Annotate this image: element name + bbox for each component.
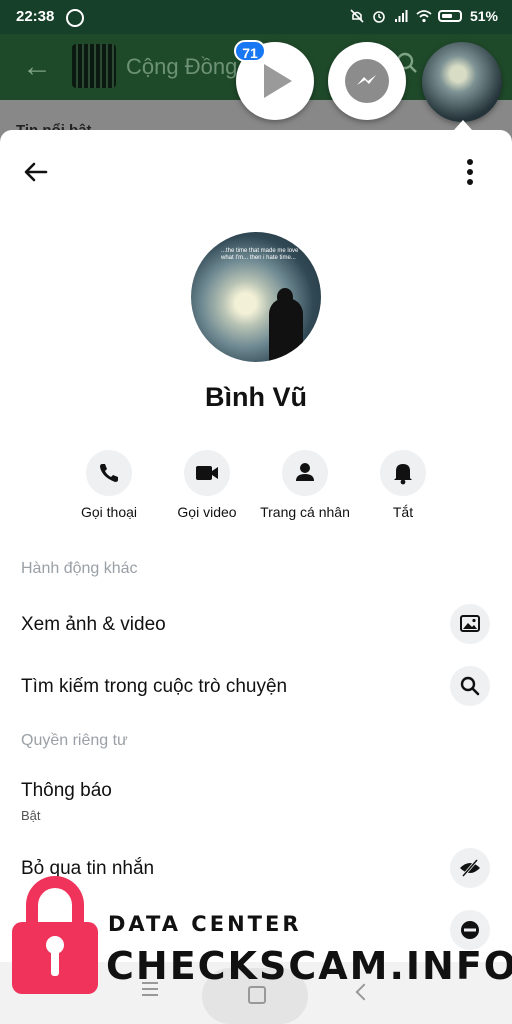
chat-head-pointer	[454, 120, 472, 130]
bell-icon	[380, 450, 426, 496]
section-title-more-actions: Hành động khác	[21, 560, 138, 577]
background-app-title: Cộng Đồng	[126, 54, 238, 79]
section-title-privacy: Quyền riêng tư	[21, 732, 128, 749]
voice-call-button[interactable]: Gọi thoại	[54, 450, 164, 520]
notifications-status: Bật	[21, 808, 41, 823]
messenger-icon	[345, 59, 389, 103]
video-call-label: Gọi video	[177, 504, 237, 520]
profile-avatar[interactable]: ...the time that made me love what I'm..…	[191, 232, 321, 362]
video-camera-icon	[184, 450, 230, 496]
search-conversation-label: Tìm kiếm trong cuộc trò chuyện	[21, 676, 288, 697]
phone-icon	[86, 450, 132, 496]
profile-page-label: Trang cá nhân	[260, 504, 350, 520]
more-dot-icon	[467, 169, 473, 175]
more-options-button[interactable]	[458, 156, 482, 188]
mute-label: Tắt	[392, 504, 414, 520]
voice-call-label: Gọi thoại	[80, 504, 138, 520]
alarm-icon	[372, 9, 386, 23]
ignore-icon	[450, 848, 490, 888]
person-icon	[282, 450, 328, 496]
watermark-line2: CHECKSCAM.INFO	[106, 944, 512, 988]
contact-chat-head[interactable]	[422, 42, 502, 122]
status-time: 22:38	[16, 8, 55, 25]
wifi-icon	[416, 9, 432, 23]
notifications-row[interactable]: Thông báo Bật	[0, 766, 512, 826]
home-icon[interactable]	[248, 986, 266, 1004]
back-button[interactable]	[20, 156, 52, 188]
group-thumbnail	[72, 44, 116, 88]
more-dot-icon	[467, 179, 473, 185]
lock-logo-icon	[12, 876, 98, 994]
messenger-notification-icon	[66, 9, 84, 27]
watermark-line1: DATA CENTER	[108, 912, 302, 936]
arrow-left-icon	[24, 162, 48, 182]
mute-button[interactable]: Tắt	[348, 450, 458, 520]
more-dot-icon	[467, 159, 473, 165]
view-media-label: Xem ảnh & video	[21, 614, 166, 635]
battery-percent: 51%	[469, 8, 498, 24]
conversation-info-panel: ...the time that made me love what I'm..…	[0, 130, 512, 962]
background-back-icon: ←	[22, 50, 52, 83]
status-icons: 51%	[350, 8, 498, 24]
view-media-row[interactable]: Xem ảnh & video	[0, 594, 512, 654]
play-icon	[264, 64, 292, 98]
notifications-label: Thông báo	[21, 780, 112, 801]
image-icon	[450, 604, 490, 644]
battery-icon	[437, 10, 462, 22]
avatar-silhouette	[269, 298, 303, 362]
avatar-quote-text: ...the time that made me love what I'm..…	[221, 248, 299, 261]
video-call-button[interactable]: Gọi video	[152, 450, 262, 520]
lock-keyslot	[51, 950, 59, 976]
lock-body	[12, 922, 98, 994]
mute-icon	[350, 9, 364, 23]
messenger-chat-head[interactable]	[328, 42, 406, 120]
search-icon	[450, 666, 490, 706]
signal-icon	[394, 9, 408, 23]
profile-page-button[interactable]: Trang cá nhân	[250, 450, 360, 520]
profile-name: Bình Vũ	[205, 382, 307, 412]
status-bar: 22:38 51%	[0, 0, 512, 34]
search-conversation-row[interactable]: Tìm kiếm trong cuộc trò chuyện	[0, 656, 512, 716]
unread-badge: 71	[234, 40, 266, 62]
